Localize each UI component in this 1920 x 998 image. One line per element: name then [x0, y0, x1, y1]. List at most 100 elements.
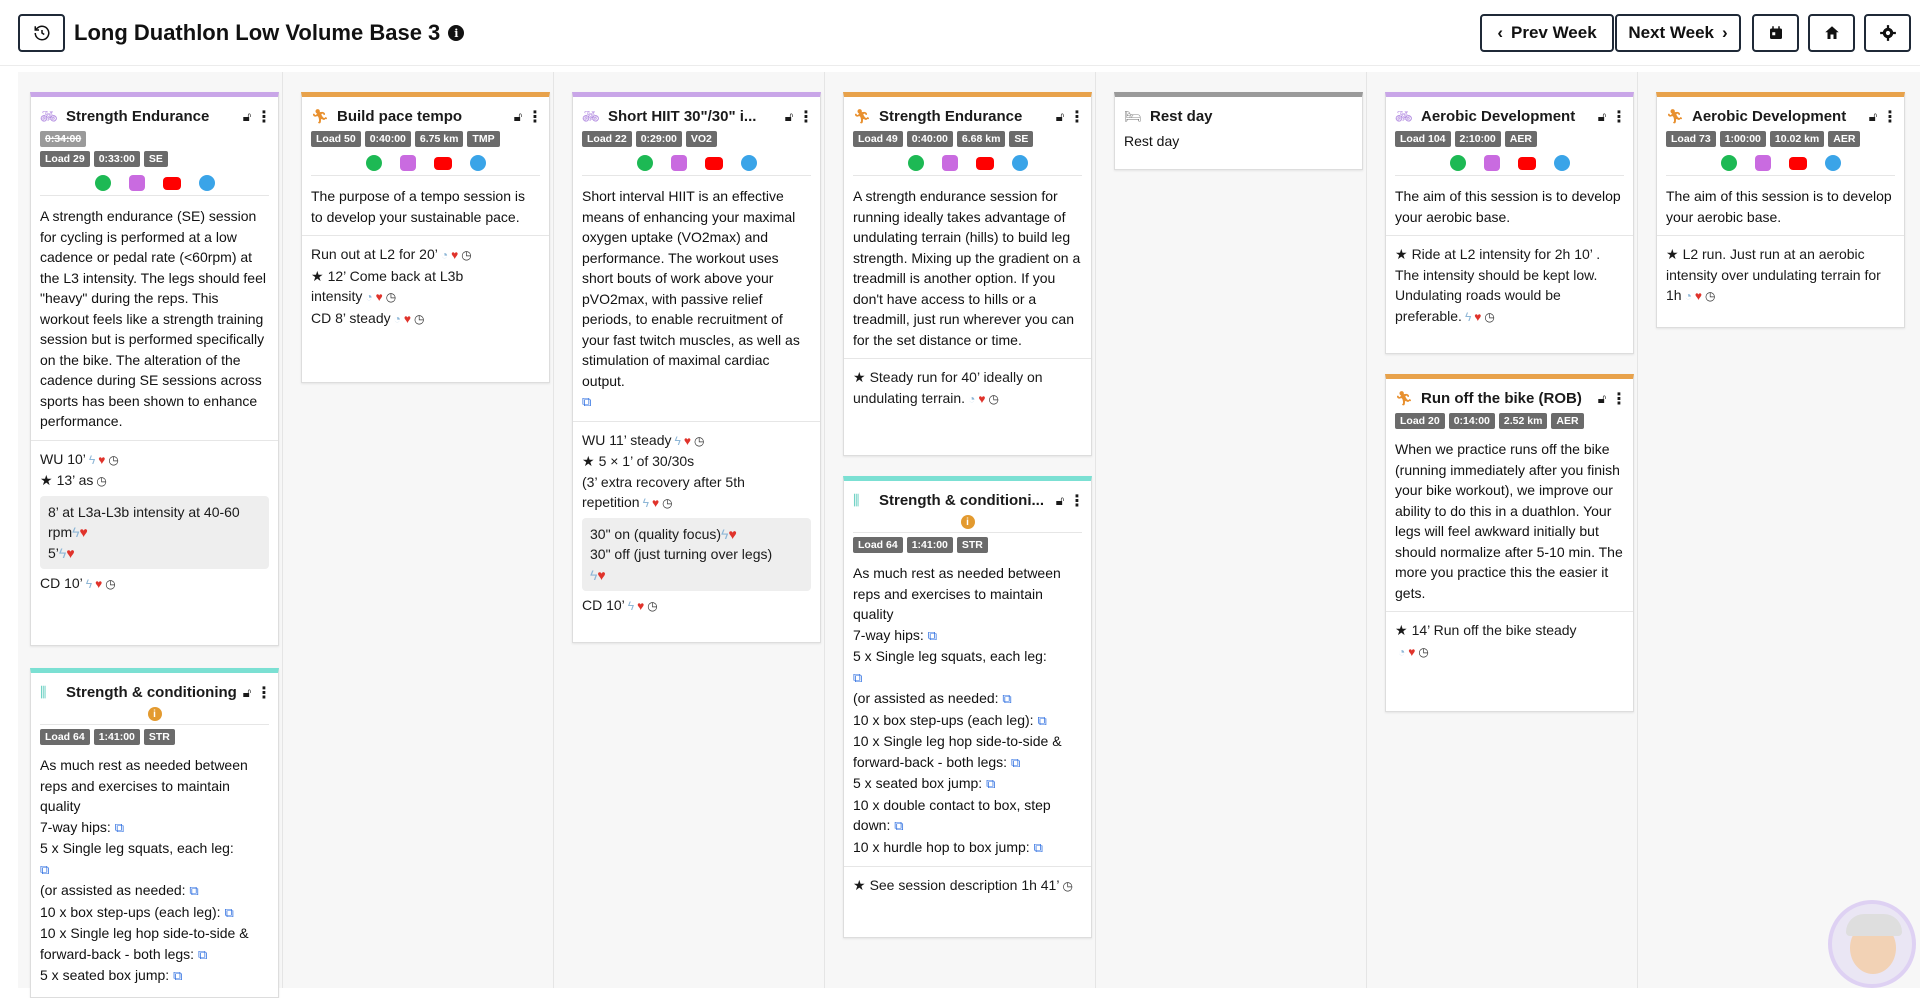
- external-link-icon[interactable]: ⧉: [928, 628, 937, 643]
- podcast-icon[interactable]: [198, 175, 215, 191]
- podcast-icon[interactable]: [1553, 155, 1570, 171]
- apple-music-icon[interactable]: [399, 155, 416, 171]
- unlock-icon[interactable]: 🔓︎: [1051, 109, 1069, 125]
- info-icon[interactable]: i: [448, 25, 465, 41]
- external-link-icon[interactable]: ⧉: [198, 947, 207, 962]
- workout-card[interactable]: 🏃︎ Run off the bike (ROB) 🔓︎ ⋮ Load 20 0:14:…: [1385, 374, 1634, 712]
- unlock-icon[interactable]: 🔓︎: [509, 109, 527, 125]
- workout-card[interactable]: 🏃︎ Strength Endurance 🔓︎ ⋮ Load 49 0:40:00 6.…: [843, 92, 1092, 456]
- gauge-icon: ◔: [365, 290, 373, 304]
- external-link-icon[interactable]: ⧉: [986, 776, 995, 791]
- spotify-icon[interactable]: [636, 155, 653, 171]
- spotify-icon[interactable]: [365, 155, 382, 171]
- external-link-icon[interactable]: ⧉: [894, 818, 903, 833]
- more-menu-icon[interactable]: ⋮: [1882, 107, 1898, 127]
- apple-music-icon[interactable]: [1483, 155, 1500, 171]
- youtube-icon[interactable]: [433, 157, 452, 170]
- youtube-icon[interactable]: [704, 157, 723, 170]
- coach-avatar[interactable]: [1828, 900, 1916, 988]
- star-icon: ★: [1666, 246, 1679, 262]
- workout-card[interactable]: 🏃︎ Build pace tempo 🔓︎ ⋮ Load 50 0:40:00 6.75…: [301, 92, 550, 383]
- spotify-icon[interactable]: [1449, 155, 1466, 171]
- podcast-icon[interactable]: [1011, 155, 1028, 171]
- external-link-icon[interactable]: ⧉: [40, 862, 49, 877]
- external-link-icon[interactable]: ⧉: [173, 968, 182, 983]
- clock-icon: ◷: [988, 391, 999, 406]
- star-icon: ★: [1395, 622, 1408, 638]
- podcast-icon[interactable]: [1824, 155, 1841, 171]
- unlock-icon[interactable]: 🔓︎: [1051, 493, 1069, 509]
- youtube-icon[interactable]: [1517, 157, 1536, 170]
- week-board: 🚲︎ Strength Endurance 🔓︎ ⋮ 0:34:00 Load 29 0…: [18, 72, 1920, 998]
- spotify-icon[interactable]: [94, 175, 111, 191]
- workout-card[interactable]: 🏃︎ Aerobic Development 🔓︎ ⋮ Load 73 1:00:00 1…: [1656, 92, 1905, 328]
- unlock-icon[interactable]: 🔓︎: [780, 109, 798, 125]
- settings-button[interactable]: [1864, 14, 1911, 52]
- unlock-icon[interactable]: 🔓︎: [1864, 109, 1882, 125]
- more-menu-icon[interactable]: ⋮: [798, 107, 814, 127]
- more-menu-icon[interactable]: ⋮: [256, 683, 272, 703]
- workout-card[interactable]: 🚲︎ Aerobic Development 🔓︎ ⋮ Load 104 2:10:00…: [1385, 92, 1634, 354]
- star-icon: ★: [40, 472, 53, 488]
- external-link-icon[interactable]: ⧉: [1011, 755, 1020, 770]
- workout-card[interactable]: 🚲︎ Short HIIT 30"/30" i... 🔓︎ ⋮ Load 22 0:29…: [572, 92, 821, 643]
- unlock-icon[interactable]: 🔓︎: [1593, 391, 1611, 407]
- chevron-right-icon: ›: [1722, 23, 1728, 42]
- more-menu-icon[interactable]: ⋮: [1611, 389, 1627, 409]
- clock-icon: ◷: [385, 290, 397, 304]
- clock-icon: ◷: [1418, 644, 1429, 659]
- more-menu-icon[interactable]: ⋮: [1069, 491, 1085, 511]
- unlock-icon[interactable]: 🔓︎: [238, 109, 256, 125]
- unlock-icon[interactable]: 🔓︎: [1593, 109, 1611, 125]
- more-menu-icon[interactable]: ⋮: [1069, 107, 1085, 127]
- info-icon[interactable]: i: [147, 707, 162, 721]
- next-week-button[interactable]: Next Week ›: [1615, 14, 1741, 52]
- more-menu-icon[interactable]: ⋮: [1611, 107, 1627, 127]
- external-link-icon[interactable]: ⧉: [115, 820, 124, 835]
- run-icon: 🏃︎: [1666, 108, 1684, 124]
- star-icon: ★: [311, 267, 324, 284]
- page-title: Long Duathlon Low Volume Base 3i: [74, 20, 465, 46]
- unlock-icon[interactable]: 🔓︎: [238, 685, 256, 701]
- bolt-icon: ϟ: [88, 452, 96, 467]
- apple-music-icon[interactable]: [128, 175, 145, 191]
- spotify-icon[interactable]: [1720, 155, 1737, 171]
- workout-card[interactable]: ⫼ Strength & conditioni... 🔓︎ ⋮ i Load 64 1:…: [843, 476, 1092, 938]
- clock-icon: ◷: [105, 577, 116, 591]
- external-link-icon[interactable]: ⧉: [189, 883, 198, 898]
- workout-card[interactable]: ⫼ Strength & conditioning 🔓︎ ⋮ i Load 64 1:4…: [30, 668, 279, 998]
- external-link-icon[interactable]: ⧉: [1002, 691, 1011, 706]
- calendar-button[interactable]: [1752, 14, 1799, 52]
- info-icon[interactable]: i: [960, 515, 975, 529]
- spotify-icon[interactable]: [907, 155, 924, 171]
- external-link-icon[interactable]: ⧉: [853, 670, 862, 685]
- workout-card[interactable]: 🚲︎ Strength Endurance 🔓︎ ⋮ 0:34:00 Load 29 0…: [30, 92, 279, 646]
- external-link-icon[interactable]: ⧉: [582, 394, 591, 409]
- external-link-icon[interactable]: ⧉: [224, 905, 233, 920]
- apple-music-icon[interactable]: [941, 155, 958, 171]
- day-column-6: 🚲︎ Aerobic Development 🔓︎ ⋮ Load 104 2:10:00…: [1373, 72, 1638, 988]
- history-button[interactable]: [18, 14, 65, 52]
- external-link-icon[interactable]: ⧉: [1037, 713, 1046, 728]
- prev-week-button[interactable]: ‹ Prev Week: [1480, 14, 1614, 52]
- calendar-icon: [1769, 26, 1782, 39]
- heart-icon: ♥: [375, 290, 383, 304]
- run-icon: 🏃︎: [853, 108, 871, 124]
- podcast-icon[interactable]: [469, 155, 486, 171]
- more-menu-icon[interactable]: ⋮: [527, 107, 543, 127]
- youtube-icon[interactable]: [1788, 157, 1807, 170]
- podcast-icon[interactable]: [740, 155, 757, 171]
- bolt-icon: ϟ: [1464, 309, 1472, 324]
- history-icon: [34, 25, 49, 41]
- rest-day-card[interactable]: 🛏︎ Rest day Rest day: [1114, 92, 1363, 170]
- clock-icon: ◷: [693, 433, 705, 448]
- youtube-icon[interactable]: [162, 177, 181, 190]
- external-link-icon[interactable]: ⧉: [1034, 840, 1043, 855]
- apple-music-icon[interactable]: [670, 155, 687, 171]
- home-button[interactable]: [1808, 14, 1855, 52]
- clock-icon: ◷: [108, 452, 119, 467]
- youtube-icon[interactable]: [975, 157, 994, 170]
- more-menu-icon[interactable]: ⋮: [256, 107, 272, 127]
- heart-icon: ♥: [451, 248, 459, 262]
- apple-music-icon[interactable]: [1754, 155, 1771, 171]
